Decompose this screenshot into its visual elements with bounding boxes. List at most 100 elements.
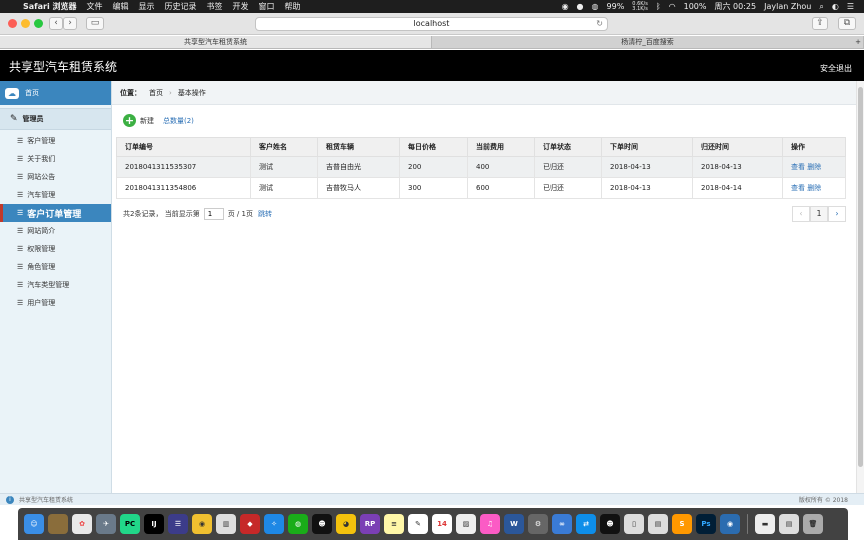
wechat-status-icon[interactable]: ◍ [588,2,603,11]
new-button[interactable]: 新建 [140,116,154,126]
spotlight-search-icon[interactable]: ⌕ [815,2,827,12]
tabs-overview-icon[interactable]: ⧉ [838,17,856,30]
sidebar-item-customers[interactable]: ☰ 客户管理 [0,132,111,150]
minimize-window-button[interactable] [21,19,30,28]
qq-icon-2[interactable]: ☻ [600,514,620,534]
downloads-icon[interactable]: ▬ [755,514,775,534]
calendar-icon[interactable]: 14 [432,514,452,534]
app-title: 共享型汽车租赁系统 [9,60,118,74]
zoom-window-button[interactable] [34,19,43,28]
reload-icon[interactable]: ↻ [596,18,603,30]
qq-status-icon[interactable]: ● [573,2,588,11]
menu-bookmarks[interactable]: 书签 [202,1,228,12]
script-icon[interactable]: ▤ [648,514,668,534]
redis-icon[interactable]: ◆ [240,514,260,534]
menu-view[interactable]: 显示 [134,1,160,12]
add-icon[interactable]: + [123,114,136,127]
notebook-icon[interactable] [48,514,68,534]
launchpad-icon[interactable]: ✈ [96,514,116,534]
close-window-button[interactable] [8,19,17,28]
sublime-icon[interactable]: S [672,514,692,534]
battery-percent[interactable]: 99% [603,2,629,11]
orders-table: 订单编号 客户姓名 租赁车辆 每日价格 当前费用 订单状态 下单时间 归还时间 … [116,137,846,199]
eclipse-icon[interactable]: ☰ [168,514,188,534]
word-icon[interactable]: W [504,514,524,534]
sidebar-item-site-intro[interactable]: ☰ 网站简介 [0,222,111,240]
textedit-icon[interactable]: ✎ [408,514,428,534]
chrome-icon[interactable]: ◕ [336,514,356,534]
page-button-current[interactable]: 1 [810,206,828,222]
scrollbar-thumb[interactable] [858,87,863,467]
baidu-cloud-icon[interactable]: ∞ [552,514,572,534]
breadcrumb: 位置： 首页 › 基本操作 [112,81,856,105]
notification-center-icon[interactable]: ☰ [843,2,858,11]
menu-history[interactable]: 历史记录 [160,1,202,12]
delete-link[interactable]: 删除 [807,163,821,171]
jump-link[interactable]: 跳转 [258,209,272,219]
view-link[interactable]: 查看 [791,163,805,171]
safari-icon[interactable]: ✧ [264,514,284,534]
preview-icon[interactable]: ▨ [456,514,476,534]
page-number-input[interactable] [203,208,224,220]
sidebar-home[interactable]: ☁ 首页 [0,81,111,105]
logout-link[interactable]: 安全退出 [820,63,852,74]
wechat-icon[interactable]: ◍ [288,514,308,534]
browser-icon[interactable]: ◉ [720,514,740,534]
delete-link[interactable]: 删除 [807,184,821,192]
notes-icon[interactable]: ≡ [384,514,404,534]
view-link[interactable]: 查看 [791,184,805,192]
sidebar-item-orders[interactable]: ☰ 客户订单管理 [0,204,111,222]
battery-right[interactable]: 100% [680,2,711,11]
tab-car-rental[interactable]: 共享型汽车租赁系统 [0,36,432,48]
list-icon: ☰ [17,155,24,163]
page-scrollbar[interactable] [856,81,864,493]
menu-edit[interactable]: 编辑 [108,1,134,12]
photoshop-icon[interactable]: Ps [696,514,716,534]
document-icon[interactable]: ▯ [624,514,644,534]
intellij-icon[interactable]: IJ [144,514,164,534]
forward-button[interactable]: › [63,17,77,30]
teamviewer-icon[interactable]: ⇄ [576,514,596,534]
back-button[interactable]: ‹ [49,17,63,30]
finder-icon[interactable]: ☺ [24,514,44,534]
documents-stack-icon[interactable]: ▤ [779,514,799,534]
sidebar-item-permissions[interactable]: ☰ 权限管理 [0,240,111,258]
itunes-icon[interactable]: ♫ [480,514,500,534]
menu-file[interactable]: 文件 [82,1,108,12]
sidebar-item-roles[interactable]: ☰ 角色管理 [0,258,111,276]
siri-icon[interactable]: ◐ [828,2,843,11]
wifi-icon[interactable]: ◠ [665,2,680,11]
sidebar-item-announcements[interactable]: ☰ 网站公告 [0,168,111,186]
sidebar-admin-section[interactable]: ✎ 管理员 [0,108,111,130]
trash-icon[interactable]: 🗑 [803,514,823,534]
axure-icon[interactable]: RP [360,514,380,534]
share-icon[interactable]: ⇪ [812,17,828,30]
next-page-button[interactable]: › [828,206,846,222]
record-icon[interactable]: ◉ [558,2,573,11]
menu-develop[interactable]: 开发 [228,1,254,12]
app-menu-safari[interactable]: Safari 浏览器 [18,1,82,12]
photos-icon[interactable]: ✿ [72,514,92,534]
disk-icon[interactable]: ▥ [216,514,236,534]
prev-page-button[interactable]: ‹ [792,206,810,222]
qq-icon[interactable]: ☻ [312,514,332,534]
system-preferences-icon[interactable]: ⚙ [528,514,548,534]
sidebar-item-car-types[interactable]: ☰ 汽车类型管理 [0,276,111,294]
app-footer: i 共享型汽车租赁系统 版权所有 © 2018 [0,493,864,505]
pycharm-icon[interactable]: PC [120,514,140,534]
menu-window[interactable]: 窗口 [254,1,280,12]
sequel-icon[interactable]: ◉ [192,514,212,534]
bluetooth-icon[interactable]: ᛒ [652,2,665,11]
menu-help[interactable]: 帮助 [280,1,306,12]
sidebar-item-users[interactable]: ☰ 用户管理 [0,294,111,312]
user-name[interactable]: Jaylan Zhou [760,2,815,11]
new-tab-icon[interactable]: + [852,36,864,48]
sidebar-item-cars[interactable]: ☰ 汽车管理 [0,186,111,204]
datetime[interactable]: 周六 00:25 [711,1,761,12]
sidebar-toggle-icon[interactable]: ▭ [86,17,104,30]
breadcrumb-home[interactable]: 首页 [149,88,163,98]
cell-status: 已归还 [534,156,602,178]
tab-baidu-search[interactable]: 杨清柠_百度搜索 [432,36,864,48]
address-bar[interactable]: localhost ↻ [255,17,608,31]
sidebar-item-about[interactable]: ☰ 关于我们 [0,150,111,168]
